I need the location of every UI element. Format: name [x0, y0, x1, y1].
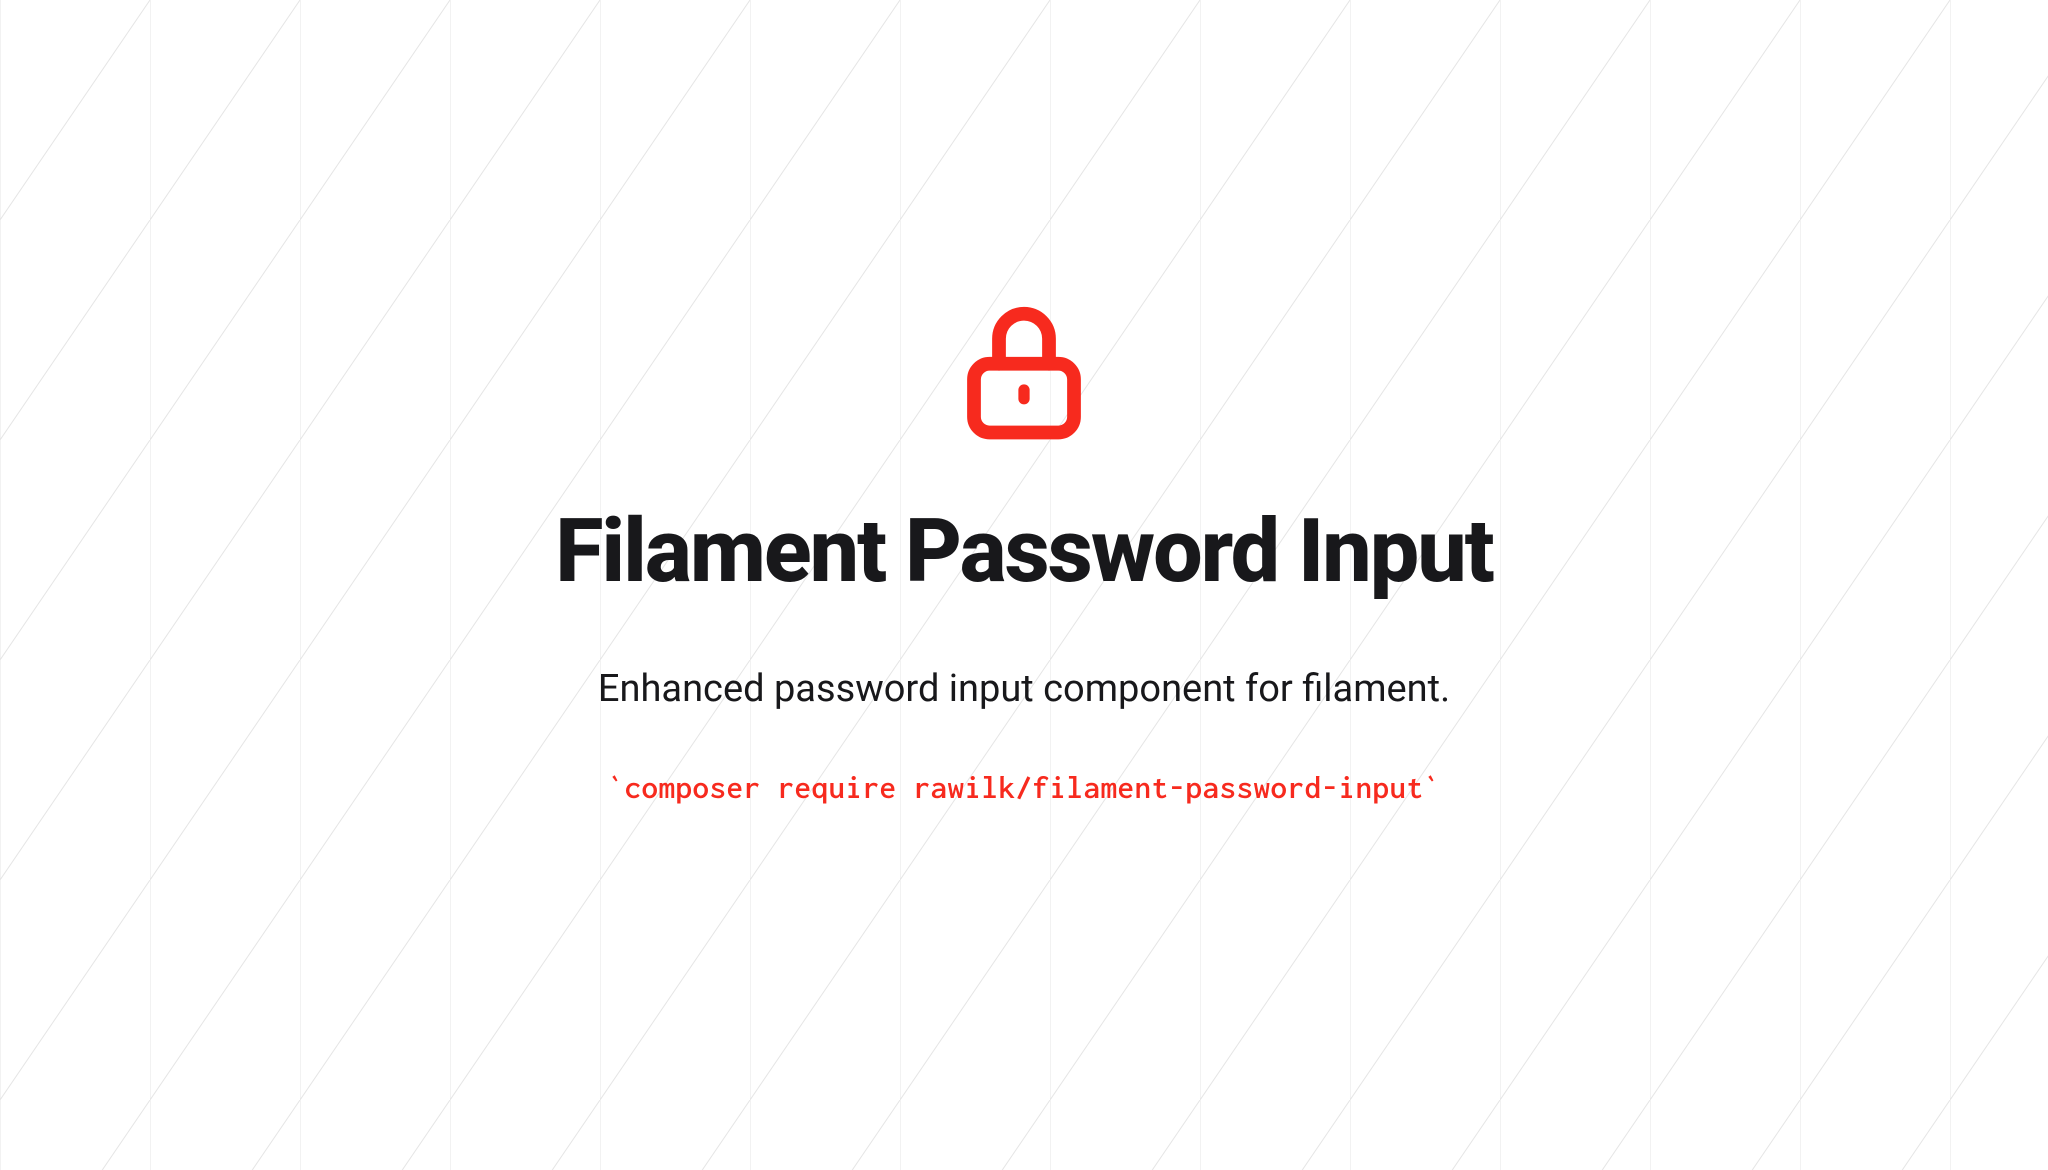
lock-icon	[949, 285, 1099, 455]
page-title: Filament Password Input	[555, 500, 1493, 603]
install-command: `composer require rawilk/filament-passwo…	[608, 771, 1441, 805]
description-text: Enhanced password input component for fi…	[598, 663, 1450, 716]
main-content: Filament Password Input Enhanced passwor…	[0, 0, 2048, 1170]
